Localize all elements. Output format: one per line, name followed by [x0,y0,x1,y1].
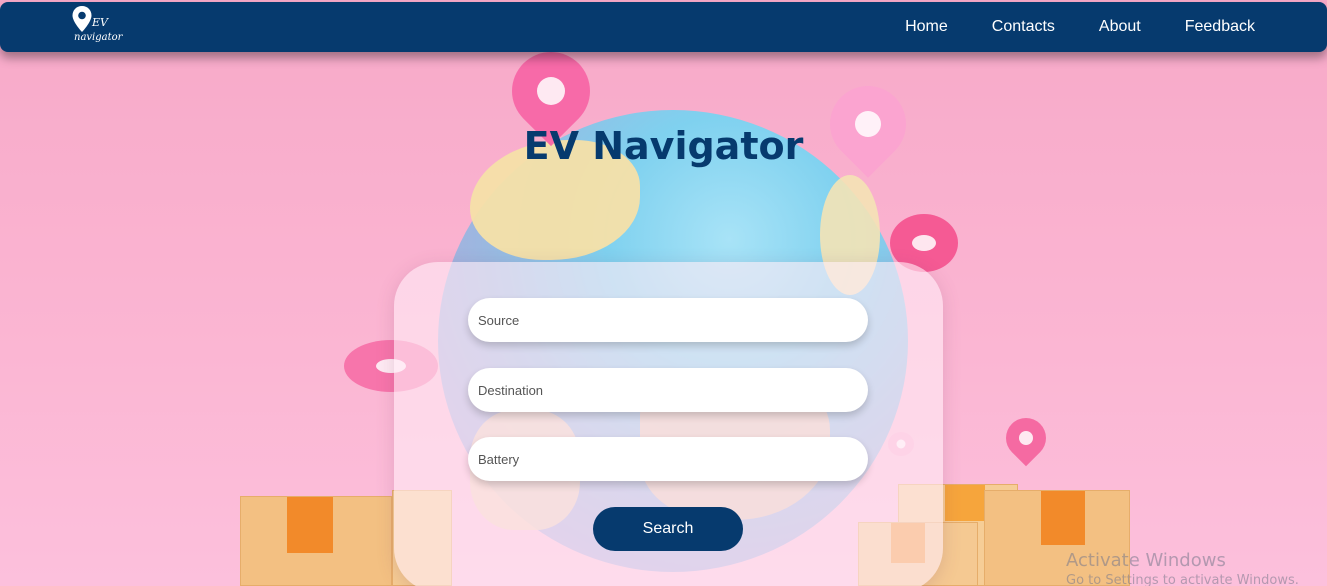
map-pin-icon [72,6,92,32]
nav-link-contacts[interactable]: Contacts [992,18,1055,36]
nav-links: Home Contacts About Feedback [905,2,1255,52]
package-box-illustration [240,496,392,586]
map-pin-decoration [997,409,1055,467]
page-title: EV Navigator [523,124,804,168]
nav-link-about[interactable]: About [1099,18,1141,36]
watermark-subtitle: Go to Settings to activate Windows. [1066,573,1299,586]
battery-input[interactable] [468,437,868,481]
destination-input[interactable] [468,368,868,412]
logo-text: EV [92,16,108,29]
source-input[interactable] [468,298,868,342]
navbar: EV navigator Home Contacts About Feedbac… [0,2,1327,52]
search-form-card: Search [394,262,943,586]
nav-link-feedback[interactable]: Feedback [1185,18,1255,36]
nav-link-home[interactable]: Home [905,18,948,36]
windows-activation-watermark: Activate Windows Go to Settings to activ… [1066,550,1299,586]
search-button[interactable]: Search [593,507,743,551]
site-logo[interactable]: EV navigator [72,6,132,48]
watermark-title: Activate Windows [1066,550,1226,571]
logo-text: navigator [74,32,123,43]
